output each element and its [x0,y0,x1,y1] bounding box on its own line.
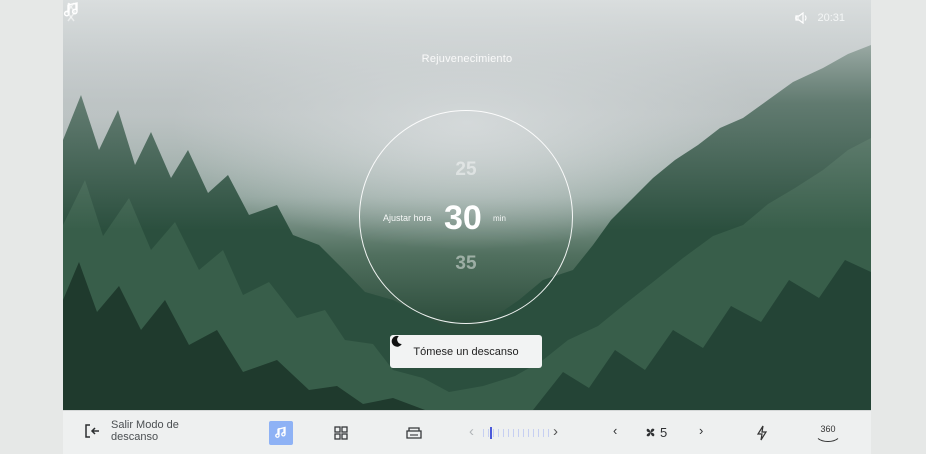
scene-title: Rejuvenecimiento [421,53,513,65]
temp-decrease-icon[interactable]: ‹ [469,423,474,440]
dial-unit: min [493,214,506,223]
clock-time: 20:31 [817,12,845,24]
exit-label: Salir Modo de descanso [111,419,179,443]
fan-increase-icon[interactable]: › [699,423,703,438]
music-icon [275,426,286,438]
temperature-control[interactable]: ‹ › [469,423,567,443]
screen: 20:31 Rejuvenecimiento 25 Ajustar hora 3… [63,0,871,454]
fan-level: 5 [660,425,668,440]
view-360-icon [817,438,839,442]
music-mode-button[interactable] [269,421,293,445]
exit-rest-mode-button[interactable]: Salir Modo de descanso [83,419,201,443]
forest-background: 20:31 Rejuvenecimiento 25 Ajustar hora 3… [63,0,871,410]
view-360-label: 360 [820,424,836,434]
take-break-label: Tómese un descanso [413,345,519,358]
seat-icon[interactable] [405,426,423,440]
chevron-right-icon[interactable] [63,0,79,24]
flash-icon[interactable] [756,425,768,441]
fan-icon [646,428,655,437]
time-dial[interactable]: 25 Ajustar hora 30 min 35 [359,110,573,324]
view-360-button[interactable]: 360 [815,424,841,442]
moon-icon [391,335,402,347]
exit-icon [85,424,99,438]
dial-label: Ajustar hora [383,213,432,223]
temp-increase-icon[interactable]: › [553,423,558,440]
dial-current-value: 30 [444,199,482,237]
fan-control[interactable]: ‹ 5 › [613,423,705,443]
volume-icon[interactable] [795,12,809,24]
status-bar: 20:31 [795,12,845,24]
grid-icon[interactable] [334,426,348,440]
temperature-track[interactable] [483,429,549,437]
take-break-button[interactable]: Tómese un descanso [390,335,542,368]
dial-next-value[interactable]: 35 [360,253,572,275]
bottom-control-bar: Salir Modo de descanso ‹ › ‹ 5 › 360 [63,410,871,454]
temperature-marker[interactable] [490,427,492,439]
dial-prev-value[interactable]: 25 [360,159,572,181]
fan-decrease-icon[interactable]: ‹ [613,423,617,438]
